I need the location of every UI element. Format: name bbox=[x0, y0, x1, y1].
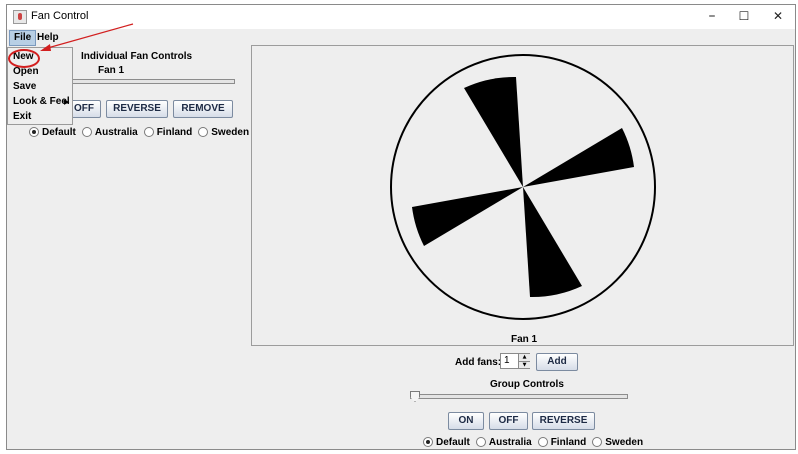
group-radio-sweden-label: Sweden bbox=[605, 436, 644, 448]
spinner-up-icon[interactable]: ▲ bbox=[518, 354, 530, 361]
individual-controls-heading: Individual Fan Controls bbox=[81, 51, 193, 62]
fan-blade-3 bbox=[523, 187, 582, 298]
annotation-circle bbox=[8, 49, 40, 68]
window-title: Fan Control bbox=[31, 10, 89, 22]
menu-item-save[interactable]: Save bbox=[13, 80, 36, 94]
group-off-button[interactable]: OFF bbox=[489, 412, 528, 430]
add-fans-value[interactable]: 1 bbox=[504, 355, 510, 366]
radio-sweden-label: Sweden bbox=[211, 126, 250, 138]
group-radio-australia-label: Australia bbox=[488, 436, 532, 448]
group-radio-default-label: Default bbox=[436, 436, 470, 448]
radio-australia[interactable] bbox=[81, 127, 92, 137]
fan-blade-1 bbox=[464, 76, 523, 187]
add-fans-label: Add fans: bbox=[455, 357, 502, 368]
individual-theme-radio-group: Default Australia Finland Sweden bbox=[29, 125, 255, 139]
minimize-button[interactable]: – bbox=[695, 5, 729, 29]
radio-finland-label: Finland bbox=[156, 126, 193, 138]
menu-help[interactable]: Help bbox=[33, 30, 63, 46]
radio-default[interactable] bbox=[29, 127, 39, 137]
group-radio-finland[interactable] bbox=[537, 437, 548, 447]
fan-caption: Fan 1 bbox=[511, 334, 538, 345]
group-on-button[interactable]: ON bbox=[448, 412, 484, 430]
fan-blade-4 bbox=[412, 187, 523, 246]
radio-australia-label: Australia bbox=[94, 126, 138, 138]
title-bar[interactable]: Fan Control – ☐ ✕ bbox=[7, 5, 795, 29]
group-speed-slider[interactable] bbox=[410, 394, 628, 399]
add-fans-spinner[interactable]: 1 ▲ ▼ bbox=[500, 353, 530, 369]
menu-item-look-and-feel[interactable]: Look & Feel bbox=[13, 95, 70, 109]
fan-display-panel: Fan 1 bbox=[251, 45, 794, 346]
app-window: Fan Control – ☐ ✕ File Help Individual F… bbox=[6, 4, 796, 450]
fan-blades bbox=[412, 76, 634, 298]
group-reverse-button[interactable]: REVERSE bbox=[532, 412, 595, 430]
individual-reverse-button[interactable]: REVERSE bbox=[106, 100, 168, 118]
spinner-down-icon[interactable]: ▼ bbox=[518, 361, 530, 368]
group-radio-australia[interactable] bbox=[475, 437, 486, 447]
add-button[interactable]: Add bbox=[536, 353, 578, 371]
individual-remove-button[interactable]: REMOVE bbox=[173, 100, 233, 118]
close-button[interactable]: ✕ bbox=[761, 5, 795, 29]
submenu-arrow-icon: ▶ bbox=[64, 98, 70, 106]
group-theme-radio-group: Default Australia Finland Sweden bbox=[423, 435, 649, 449]
fan-blade-2 bbox=[523, 128, 634, 187]
individual-fan-name: Fan 1 bbox=[98, 65, 125, 76]
radio-default-label: Default bbox=[42, 126, 76, 138]
menu-item-exit[interactable]: Exit bbox=[13, 110, 31, 124]
maximize-button[interactable]: ☐ bbox=[727, 5, 761, 29]
group-radio-finland-label: Finland bbox=[550, 436, 587, 448]
java-app-icon bbox=[13, 10, 27, 24]
radio-sweden[interactable] bbox=[198, 127, 209, 137]
fan-graphic bbox=[390, 54, 656, 320]
group-speed-slider-thumb[interactable] bbox=[410, 391, 420, 402]
group-radio-sweden[interactable] bbox=[592, 437, 603, 447]
group-radio-default[interactable] bbox=[423, 437, 433, 447]
group-controls-heading: Group Controls bbox=[490, 379, 564, 390]
radio-finland[interactable] bbox=[143, 127, 154, 137]
